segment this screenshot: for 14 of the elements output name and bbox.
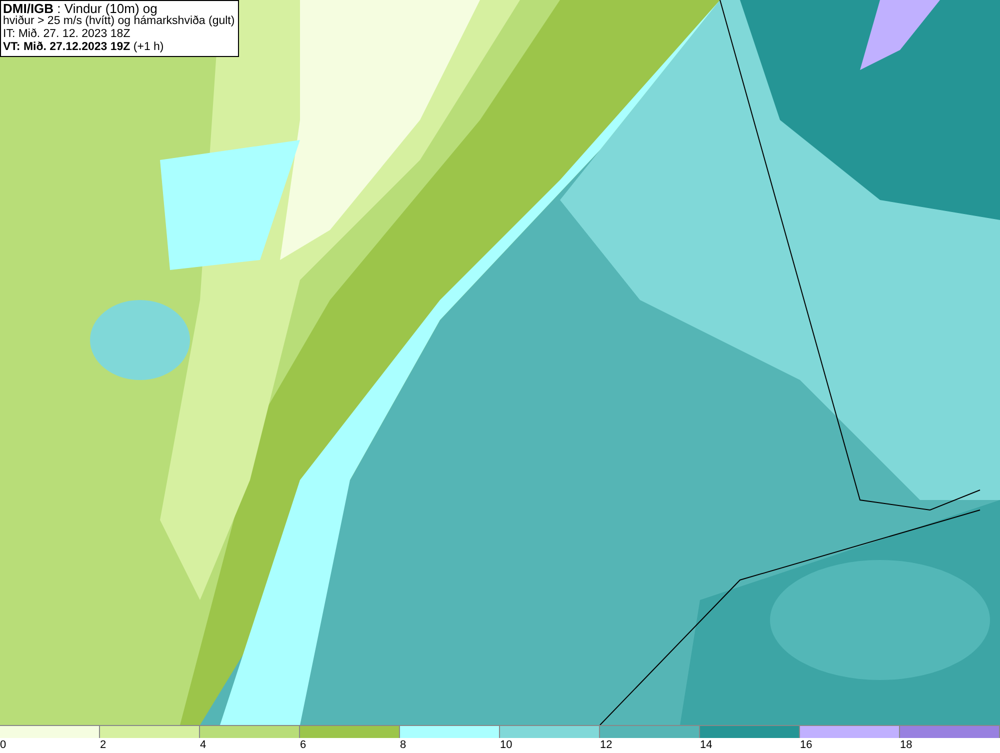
legend-label: 14: [700, 738, 712, 753]
legend-label: 4: [200, 738, 206, 753]
caption-line: DMI/IGB : Vindur (10m) og: [3, 2, 158, 15]
legend-label: 16: [800, 738, 812, 753]
legend-label: 2: [100, 738, 106, 753]
legend-label: 0: [0, 738, 6, 753]
legend-label: 18: [900, 738, 912, 753]
legend-label: 8: [400, 738, 406, 753]
caption-line: IT: Mið. 27. 12. 2023 18Z: [3, 28, 132, 41]
legend-label: 12: [600, 738, 612, 753]
legend-label: 6: [300, 738, 306, 753]
legend-label: 10: [500, 738, 512, 753]
caption-line: hviður > 25 m/s (hvítt) og hámarkshviða (gult): [3, 15, 235, 28]
caption-line: VT: Mið. 27.12.2023 19Z (+1 h): [3, 41, 165, 54]
